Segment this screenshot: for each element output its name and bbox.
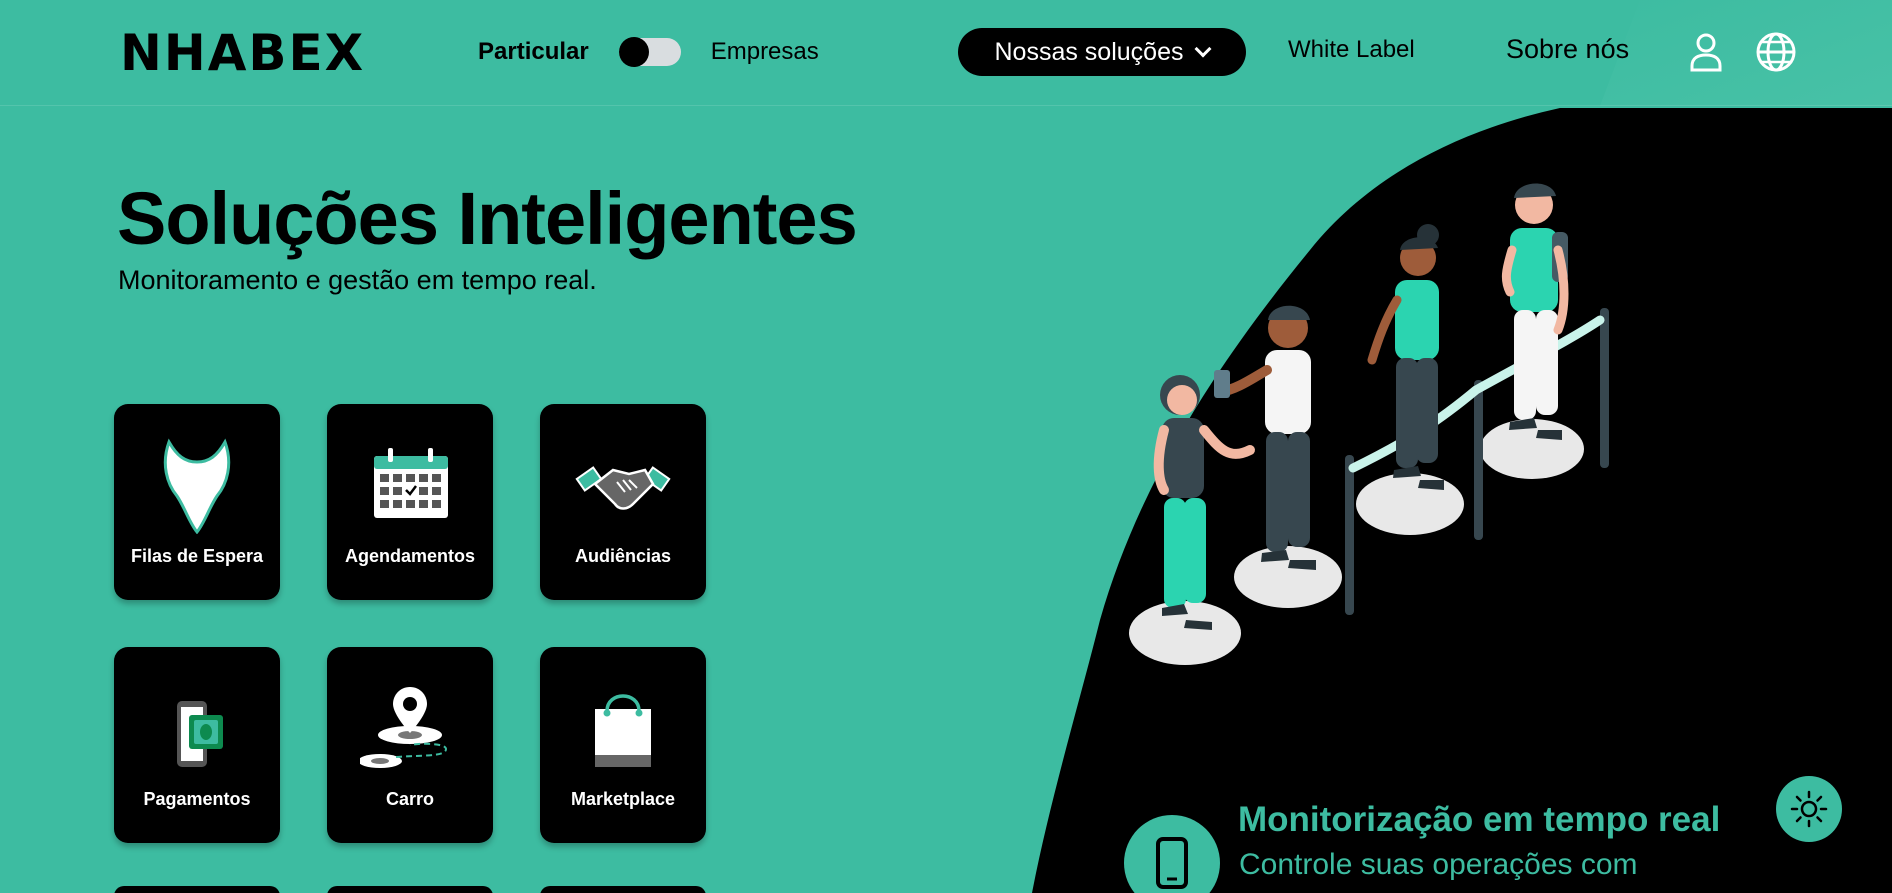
tile-pagamentos[interactable]: Pagamentos [114,647,280,843]
person-man-phone [1214,305,1316,570]
tile-carro[interactable]: Carro [327,647,493,843]
nav-link-white-label[interactable]: White Label [1288,36,1415,64]
floor-disc [1356,473,1464,535]
person-man-back [1501,183,1569,440]
tile-label: Agendamentos [344,546,476,566]
solutions-dropdown-button[interactable]: Nossas soluções [958,28,1246,76]
tile-partial[interactable] [540,886,706,893]
calendar-icon [374,448,448,518]
payment-phone-icon [177,701,223,767]
toggle-label-empresas[interactable]: Empresas [711,38,819,66]
tile-agendamentos[interactable]: Agendamentos [327,404,493,600]
tile-audiencias[interactable]: Audiências [540,404,706,600]
tile-marketplace[interactable]: Marketplace [540,647,706,843]
toggle-label-particular[interactable]: Particular [478,38,589,66]
sun-icon [1790,790,1828,828]
page-subtitle: Monitoramento e gestão em tempo real. [118,265,597,295]
feature-phone-badge [1124,815,1220,893]
logo-text: NHABEX [120,24,366,82]
tile-partial[interactable] [114,886,280,893]
globe-icon[interactable] [1754,30,1798,74]
chevron-down-icon [1194,40,1212,58]
brand-logo[interactable]: NHABEX [120,28,365,78]
handshake-icon [575,466,671,510]
audience-toggle-switch[interactable] [618,37,681,67]
solutions-label: Nossas soluções [994,37,1184,66]
tile-filas-de-espera[interactable]: Filas de Espera [114,404,280,600]
top-navbar: NHABEX Particular Empresas Nossas soluçõ… [0,0,1892,106]
tile-label: Carro [385,789,434,809]
queue-people-illustration [1129,183,1609,665]
user-icon[interactable] [1684,30,1728,74]
feature-subtitle: Controle suas operações com [1239,848,1638,881]
floor-disc [1234,546,1342,608]
smartphone-icon [1156,837,1188,889]
location-pin-icon [360,687,448,768]
audience-toggle-group: Particular Empresas [478,32,819,72]
page-title: Soluções Inteligentes [117,177,858,260]
toggle-knob [618,37,649,67]
waiting-line-icon [163,438,231,534]
tile-label: Filas de Espera [130,546,264,566]
tile-label: Audiências [574,546,672,566]
nav-link-about[interactable]: Sobre nós [1506,34,1629,65]
tile-label: Pagamentos [143,789,251,809]
tile-label: Marketplace [570,789,676,809]
person-woman-front [1153,375,1255,630]
tile-partial[interactable] [327,886,493,893]
shopping-bag-icon [595,694,651,767]
feature-title: Monitorização em tempo real [1238,800,1721,839]
theme-toggle-button[interactable] [1776,776,1842,842]
